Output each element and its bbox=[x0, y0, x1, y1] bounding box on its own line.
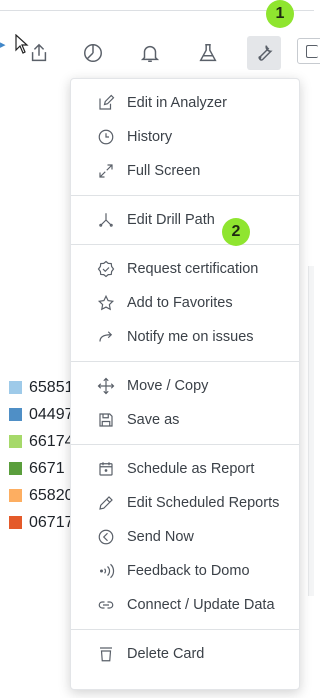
menu-section: Request certification Add to Favorites N… bbox=[71, 245, 299, 362]
menu-item-label: Delete Card bbox=[127, 646, 205, 662]
chart-legend: 65851 04497 66174 6671 65820 06717 bbox=[9, 374, 74, 536]
menu-item-request-certification[interactable]: Request certification bbox=[71, 252, 299, 286]
step-badge-2: 2 bbox=[222, 218, 250, 246]
menu-item-send-now[interactable]: Send Now bbox=[71, 520, 299, 554]
card-options-menu: Edit in Analyzer History Full Screen Edi… bbox=[70, 78, 300, 690]
legend-swatch bbox=[9, 408, 22, 421]
save-icon bbox=[97, 411, 115, 429]
calendar-icon bbox=[97, 460, 115, 478]
menu-item-label: Notify me on issues bbox=[127, 329, 254, 345]
pencil-icon bbox=[97, 494, 115, 512]
menu-item-label: Send Now bbox=[127, 529, 194, 545]
menu-item-label: Add to Favorites bbox=[127, 295, 233, 311]
bell-icon[interactable] bbox=[133, 36, 167, 70]
legend-item[interactable]: 65851 bbox=[9, 374, 74, 401]
certification-icon bbox=[97, 260, 115, 278]
menu-section: Delete Card bbox=[71, 630, 299, 678]
blue-arrow-fragment: ▸ bbox=[0, 39, 6, 51]
legend-label: 6671 bbox=[29, 459, 65, 477]
menu-item-edit-drill-path[interactable]: Edit Drill Path bbox=[71, 203, 299, 237]
menu-item-connect-update-data[interactable]: Connect / Update Data bbox=[71, 588, 299, 622]
menu-item-edit-in-analyzer[interactable]: Edit in Analyzer bbox=[71, 86, 299, 120]
legend-item[interactable]: 65820 bbox=[9, 482, 74, 509]
legend-swatch bbox=[9, 381, 22, 394]
link-icon bbox=[97, 596, 115, 614]
menu-item-label: Schedule as Report bbox=[127, 461, 255, 477]
move-icon bbox=[97, 377, 115, 395]
menu-item-save-as[interactable]: Save as bbox=[71, 403, 299, 437]
wrench-icon[interactable] bbox=[247, 36, 281, 70]
menu-item-label: Move / Copy bbox=[127, 378, 209, 394]
legend-swatch bbox=[9, 516, 22, 529]
menu-section: Schedule as Report Edit Scheduled Report… bbox=[71, 445, 299, 630]
share-icon[interactable] bbox=[22, 36, 56, 70]
arrow-curve-icon bbox=[97, 328, 115, 346]
menu-item-notify-me-on-issues[interactable]: Notify me on issues bbox=[71, 320, 299, 354]
menu-item-label: Connect / Update Data bbox=[127, 597, 275, 613]
menu-item-label: Edit Scheduled Reports bbox=[127, 495, 280, 511]
legend-item[interactable]: 66174 bbox=[9, 428, 74, 455]
menu-item-edit-scheduled-reports[interactable]: Edit Scheduled Reports bbox=[71, 486, 299, 520]
legend-swatch bbox=[9, 462, 22, 475]
menu-section: Move / Copy Save as bbox=[71, 362, 299, 445]
menu-item-move-copy[interactable]: Move / Copy bbox=[71, 369, 299, 403]
menu-item-delete-card[interactable]: Delete Card bbox=[71, 637, 299, 671]
drill-path-icon bbox=[97, 211, 115, 229]
step-badge-1: 1 bbox=[266, 0, 294, 28]
menu-item-full-screen[interactable]: Full Screen bbox=[71, 154, 299, 188]
legend-swatch bbox=[9, 435, 22, 448]
menu-item-label: Full Screen bbox=[127, 163, 201, 179]
legend-swatch bbox=[9, 489, 22, 502]
menu-section: Edit Drill Path bbox=[71, 196, 299, 245]
legend-label: 06717 bbox=[29, 513, 74, 531]
menu-item-label: Edit Drill Path bbox=[127, 212, 215, 228]
feedback-icon bbox=[97, 562, 115, 580]
background-panel-edge bbox=[308, 266, 314, 596]
send-now-icon bbox=[97, 528, 115, 546]
trash-icon bbox=[97, 645, 115, 663]
copy-icon bbox=[306, 45, 318, 58]
menu-item-label: History bbox=[127, 129, 173, 145]
menu-item-label: Edit in Analyzer bbox=[127, 95, 227, 111]
flask-icon[interactable] bbox=[191, 36, 225, 70]
menu-section: Edit in Analyzer History Full Screen bbox=[71, 79, 299, 196]
legend-item[interactable]: 06717 bbox=[9, 509, 74, 536]
star-icon bbox=[97, 294, 115, 312]
chart-pie-icon[interactable] bbox=[76, 36, 110, 70]
menu-item-schedule-as-report[interactable]: Schedule as Report bbox=[71, 452, 299, 486]
edit-icon bbox=[97, 94, 115, 112]
menu-item-add-to-favorites[interactable]: Add to Favorites bbox=[71, 286, 299, 320]
legend-label: 04497 bbox=[29, 405, 74, 423]
legend-item[interactable]: 6671 bbox=[9, 455, 74, 482]
menu-item-label: Feedback to Domo bbox=[127, 563, 250, 579]
copy-button[interactable] bbox=[297, 38, 320, 64]
menu-item-history[interactable]: History bbox=[71, 120, 299, 154]
legend-label: 65820 bbox=[29, 486, 74, 504]
menu-item-label: Request certification bbox=[127, 261, 259, 277]
legend-item[interactable]: 04497 bbox=[9, 401, 74, 428]
menu-item-feedback-to-domo[interactable]: Feedback to Domo bbox=[71, 554, 299, 588]
legend-label: 65851 bbox=[29, 378, 74, 396]
expand-icon bbox=[97, 162, 115, 180]
legend-label: 66174 bbox=[29, 432, 74, 450]
menu-item-label: Save as bbox=[127, 412, 180, 428]
clock-icon bbox=[97, 128, 115, 146]
